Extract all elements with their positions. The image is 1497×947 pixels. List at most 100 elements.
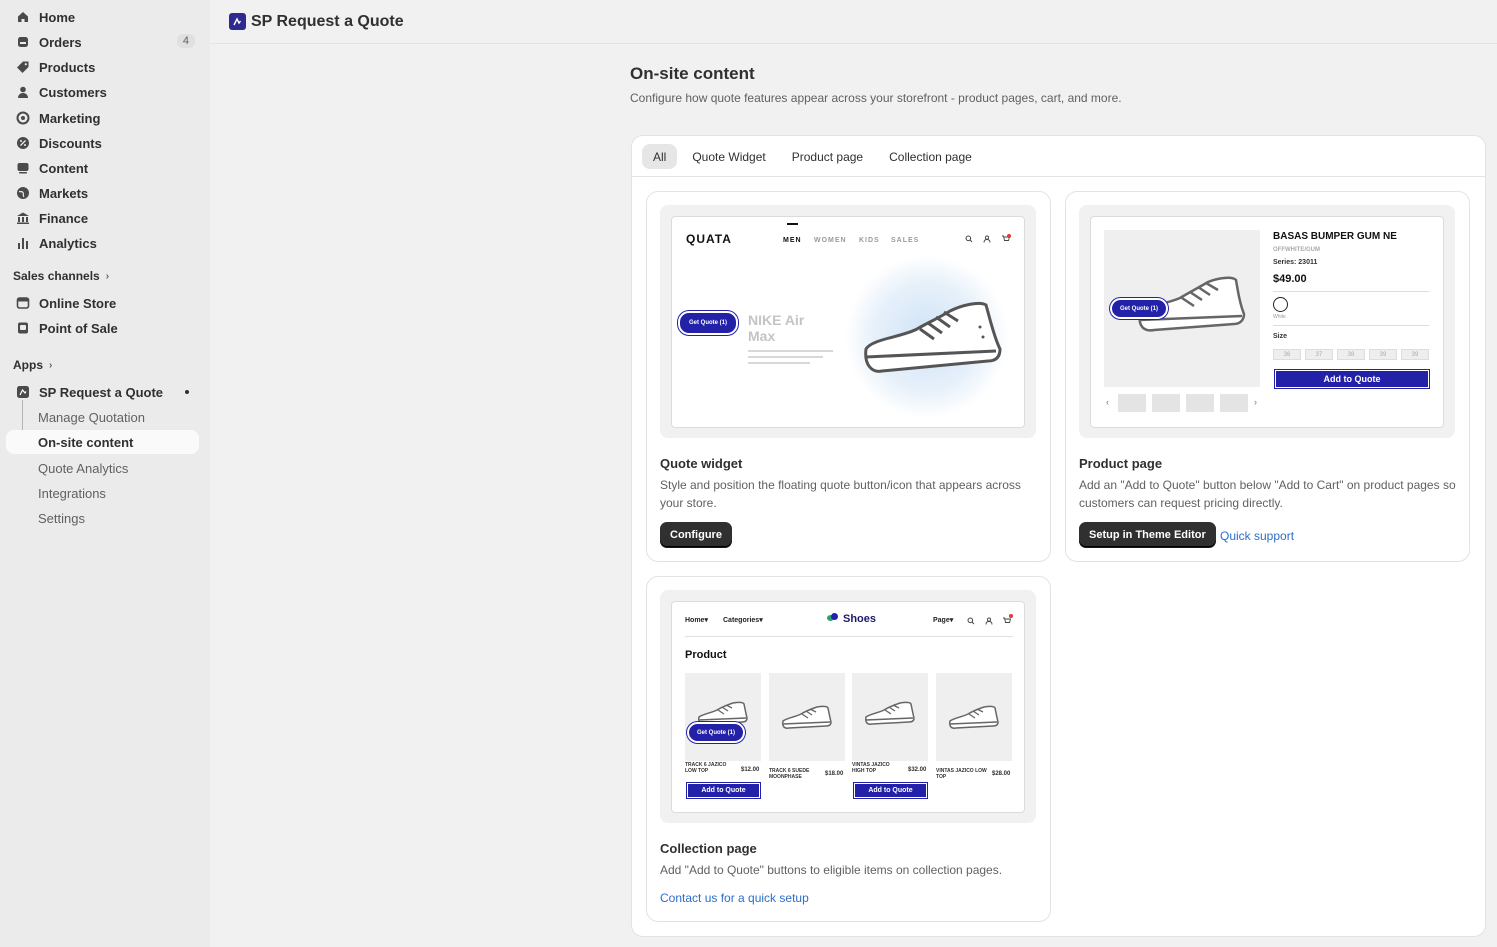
nav-analytics[interactable]: Analytics [6,231,199,255]
nav-orders[interactable]: Orders 4 [6,30,199,54]
mock-get-quote-pill: Get Quote (1) [687,722,745,743]
product-page-card: Get Quote (1) BASAS BUMPER GUM NE OFFWHI… [1065,191,1470,562]
content-icon [16,161,30,175]
contact-quick-setup-link[interactable]: Contact us for a quick setup [660,891,809,905]
quote-widget-description: Style and position the floating quote bu… [660,478,1021,510]
quote-widget-card: QUATA MEN WOMEN KIDS SALES NIKE Air Max … [646,191,1051,562]
nav-point-of-sale-label: Point of Sale [39,320,118,336]
divider [685,636,1013,637]
tag-icon [16,60,30,74]
app-title-bar: SP Request a Quote [210,0,1497,44]
nav-finance[interactable]: Finance [6,206,199,230]
nav-marketing[interactable]: Marketing [6,106,199,130]
page-description: Configure how quote features appear acro… [630,91,1122,105]
page-title: On-site content [630,64,755,83]
nav-app-label: SP Request a Quote [39,384,164,400]
mock-product-name: TRACK 6 SUEDE MOONPHASE [769,768,810,780]
nav-marketing-label: Marketing [39,110,101,126]
mock-add-to-quote-button: Add to Quote [854,783,927,798]
mock-headline: NIKE Air Max [748,312,805,344]
nav-online-store[interactable]: Online Store [6,291,199,315]
nav-on-site-content[interactable]: On-site content [6,430,199,454]
nav-manage-quotation-label: Manage Quotation [38,409,145,425]
nav-products[interactable]: Products [6,55,199,79]
nav-settings[interactable]: Settings [6,506,199,530]
tab-quote-widget[interactable]: Quote Widget [681,144,776,169]
nav-manage-quotation[interactable]: Manage Quotation [6,405,199,429]
collection-page-preview: Home▾ Categories▾ Shoes Page▾ Product Ge… [660,590,1036,823]
app-title: SP Request a Quote [251,12,404,30]
nav-app-sp-request-a-quote[interactable]: SP Request a Quote [6,380,199,404]
collection-page-card: Home▾ Categories▾ Shoes Page▾ Product Ge… [646,576,1051,922]
mock-size-option: 38 [1337,349,1365,360]
mock-product-name: VINTAS JAZICO HIGH TOP [852,762,890,774]
mock-nav-women: WOMEN [814,237,847,244]
cart-icon [1003,614,1013,623]
nav-home-label: Home [39,9,76,25]
quote-widget-preview: QUATA MEN WOMEN KIDS SALES NIKE Air Max … [660,205,1036,438]
color-swatch-white [1273,297,1288,312]
text-line [748,356,823,358]
mock-product-price: $49.00 [1273,273,1307,285]
collection-page-title: Collection page [660,841,757,856]
nav-discounts-label: Discounts [39,135,102,151]
mock-nav-sales: SALES [891,237,920,244]
mock-product-tile [852,673,928,761]
active-nav-indicator [787,223,798,225]
sales-channels-header[interactable]: Sales channels › [13,269,109,283]
product-image: Get Quote (1) [1104,230,1260,387]
nav-quote-analytics[interactable]: Quote Analytics [6,456,199,480]
mock-product-tile [769,673,845,761]
nav-markets[interactable]: Markets [6,181,199,205]
nav-content[interactable]: Content [6,156,199,180]
product-page-description: Add an "Add to Quote" button below "Add … [1079,478,1456,510]
mock-nav-page: Page▾ [933,617,954,624]
nav-finance-label: Finance [39,210,89,226]
chevron-right-icon: › [105,270,110,282]
nav-quote-analytics-label: Quote Analytics [38,460,129,476]
text-line [748,350,833,352]
mock-product-tile [685,673,761,761]
mock-product-price: $12.00 [741,767,760,773]
product-thumbnail [1152,394,1180,412]
nav-home[interactable]: Home [6,5,199,29]
mock-product-name: BASAS BUMPER GUM NE [1273,231,1397,242]
person-icon [16,85,30,99]
nav-online-store-label: Online Store [39,295,117,311]
chevron-right-icon: › [1254,397,1257,407]
configure-button[interactable]: Configure [660,522,732,547]
tab-all[interactable]: All [642,144,678,169]
chevron-left-icon: ‹ [1106,397,1109,407]
nav-integrations[interactable]: Integrations [6,481,199,505]
main-content: SP Request a Quote On-site content Confi… [210,0,1497,947]
mock-size-option: 39 [1401,349,1429,360]
mock-nav-kids: KIDS [859,237,880,244]
nav-customers[interactable]: Customers [6,80,199,104]
brand-logo-icon [827,613,839,622]
collection-page-description: Add "Add to Quote" buttons to eligible i… [660,863,1003,877]
apps-header[interactable]: Apps › [13,358,52,372]
discount-icon [16,136,30,150]
mock-get-quote-pill: Get Quote (1) [678,311,738,335]
collection-mockup: Home▾ Categories▾ Shoes Page▾ Product Ge… [671,601,1025,813]
orders-icon [16,35,30,49]
quick-support-link[interactable]: Quick support [1220,529,1294,543]
tab-product-page[interactable]: Product page [781,144,874,169]
tab-collection-page[interactable]: Collection page [878,144,983,169]
nav-settings-label: Settings [38,510,85,526]
mock-nav-page-label: Page [933,617,950,624]
mock-nav-home-label: Home [685,617,705,624]
cart-icon [1002,234,1011,241]
nav-products-label: Products [39,59,96,75]
nav-point-of-sale[interactable]: Point of Sale [6,316,199,340]
target-icon [16,111,30,125]
mock-add-to-quote-button: Add to Quote [1275,370,1429,388]
mock-product-price: $28.00 [992,771,1011,777]
text-line [748,362,810,364]
nav-discounts[interactable]: Discounts [6,131,199,155]
mock-nav-categories-label: Categories [723,617,760,624]
setup-theme-editor-button[interactable]: Setup in Theme Editor [1079,522,1216,547]
store-icon [16,296,30,310]
sales-channels-label: Sales channels [13,269,100,283]
sneaker-image [782,705,832,729]
